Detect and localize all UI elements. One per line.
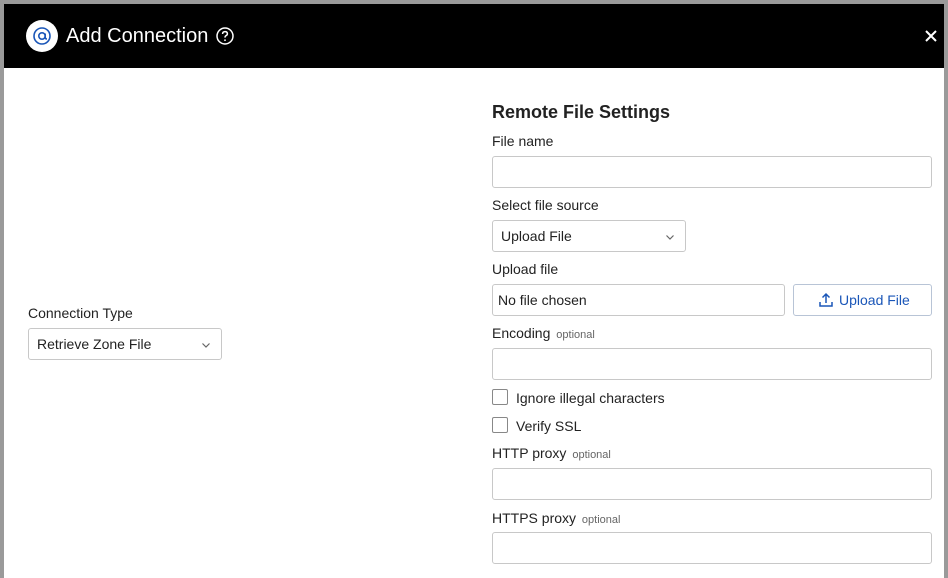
close-icon[interactable] (923, 28, 939, 44)
https-proxy-label-text: HTTPS proxy (492, 510, 577, 526)
file-chosen-display: No file chosen (492, 284, 785, 316)
verify-ssl-checkbox[interactable] (492, 417, 508, 433)
ignore-illegal-label: Ignore illegal characters (516, 390, 665, 406)
file-source-select[interactable]: Upload File (492, 220, 686, 252)
upload-icon (819, 292, 833, 307)
dialog-header: Add Connection (4, 4, 944, 68)
upload-file-label: Upload file (492, 261, 559, 277)
https-proxy-label: HTTPS proxy optional (492, 509, 620, 529)
file-name-label: File name (492, 133, 554, 149)
encoding-label-text: Encoding (492, 325, 551, 341)
verify-ssl-label: Verify SSL (516, 418, 582, 434)
add-connection-dialog: Add Connection Connection Type Retrieve … (4, 4, 944, 578)
chevron-down-icon (666, 235, 674, 240)
optional-hint: optional (572, 449, 611, 461)
http-proxy-label: HTTP proxy optional (492, 444, 611, 464)
at-sign-logo-icon (26, 20, 58, 52)
optional-hint: optional (581, 514, 621, 526)
file-source-value: Upload File (501, 228, 572, 244)
upload-file-button-label: Upload File (839, 292, 910, 308)
connection-type-value: Retrieve Zone File (37, 336, 152, 352)
dialog-title: Add Connection (66, 25, 209, 47)
section-title: Remote File Settings (492, 102, 671, 122)
file-name-input[interactable] (492, 156, 932, 188)
https-proxy-input[interactable] (492, 532, 932, 564)
http-proxy-label-text: HTTP proxy (492, 445, 567, 461)
optional-hint: optional (556, 329, 595, 341)
http-proxy-input[interactable] (492, 468, 932, 500)
file-source-label: Select file source (492, 197, 599, 213)
connection-type-label: Connection Type (28, 305, 133, 321)
chevron-down-icon (202, 343, 210, 348)
upload-file-button[interactable]: Upload File (793, 284, 932, 316)
ignore-illegal-checkbox[interactable] (492, 389, 508, 405)
encoding-input[interactable] (492, 348, 932, 380)
encoding-label: Encoding optional (492, 324, 595, 344)
help-circle-icon[interactable] (215, 26, 235, 46)
connection-type-select[interactable]: Retrieve Zone File (28, 328, 222, 360)
